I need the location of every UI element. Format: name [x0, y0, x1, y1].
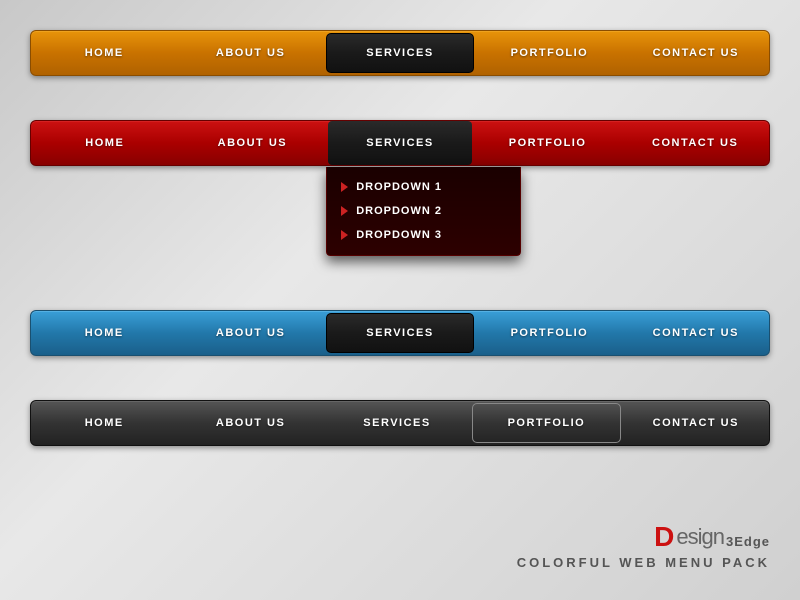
- nav-blue: HOME ABOUT US SERVICES PORTFOLIO CONTACT…: [30, 310, 770, 356]
- nav2-services[interactable]: SERVICES: [328, 121, 472, 165]
- dropdown-item-3[interactable]: DROPDOWN 3: [327, 223, 520, 247]
- nav-dark: HOME ABOUT US SERVICES PORTFOLIO CONTACT…: [30, 400, 770, 446]
- dropdown-arrow-1: [341, 182, 348, 192]
- nav1-portfolio[interactable]: PORTFOLIO: [476, 31, 622, 75]
- nav1-home[interactable]: HOME: [31, 31, 177, 75]
- nav3-portfolio[interactable]: PORTFOLIO: [476, 311, 622, 355]
- nav2-portfolio[interactable]: PORTFOLIO: [474, 121, 622, 165]
- dropdown-arrow-3: [341, 230, 348, 240]
- brand-logo: D esign 3Edge: [517, 523, 770, 551]
- nav4-portfolio[interactable]: PORTFOLIO: [472, 403, 620, 443]
- nav1-services[interactable]: SERVICES: [326, 33, 474, 73]
- nav2-about[interactable]: ABOUT US: [179, 121, 327, 165]
- brand-esign-text: esign: [676, 526, 724, 548]
- nav3-contact[interactable]: CONTACT US: [623, 311, 769, 355]
- nav-bar-2: HOME ABOUT US SERVICES DROPDOWN 1 DROPDO…: [30, 120, 770, 166]
- nav-bar-1: HOME ABOUT US SERVICES PORTFOLIO CONTACT…: [30, 30, 770, 76]
- nav2-home[interactable]: HOME: [31, 121, 179, 165]
- nav3-home[interactable]: HOME: [31, 311, 177, 355]
- nav1-contact[interactable]: CONTACT US: [623, 31, 769, 75]
- nav4-home[interactable]: HOME: [31, 401, 177, 445]
- dropdown-item-1[interactable]: DROPDOWN 1: [327, 175, 520, 199]
- brand-tagline: COLORFUL WEB MENU PACK: [517, 555, 770, 570]
- nav2-contact[interactable]: CONTACT US: [621, 121, 769, 165]
- nav3-about[interactable]: ABOUT US: [177, 311, 323, 355]
- nav1-about[interactable]: ABOUT US: [177, 31, 323, 75]
- nav4-contact[interactable]: CONTACT US: [623, 401, 769, 445]
- nav2-services-wrapper[interactable]: SERVICES DROPDOWN 1 DROPDOWN 2 DROPDOWN …: [326, 121, 474, 165]
- nav-orange: HOME ABOUT US SERVICES PORTFOLIO CONTACT…: [30, 30, 770, 76]
- nav3-services[interactable]: SERVICES: [326, 313, 474, 353]
- brand-section: D esign 3Edge COLORFUL WEB MENU PACK: [517, 523, 770, 570]
- nav-bar-3: HOME ABOUT US SERVICES PORTFOLIO CONTACT…: [30, 310, 770, 356]
- nav4-about[interactable]: ABOUT US: [177, 401, 323, 445]
- brand-3edge-text: 3Edge: [726, 534, 770, 549]
- dropdown-arrow-2: [341, 206, 348, 216]
- nav2-dropdown: DROPDOWN 1 DROPDOWN 2 DROPDOWN 3: [326, 167, 521, 256]
- brand-letter-d: D: [654, 523, 674, 551]
- nav-red: HOME ABOUT US SERVICES DROPDOWN 1 DROPDO…: [30, 120, 770, 166]
- nav-bar-4: HOME ABOUT US SERVICES PORTFOLIO CONTACT…: [30, 400, 770, 446]
- nav4-services[interactable]: SERVICES: [324, 401, 470, 445]
- dropdown-item-2[interactable]: DROPDOWN 2: [327, 199, 520, 223]
